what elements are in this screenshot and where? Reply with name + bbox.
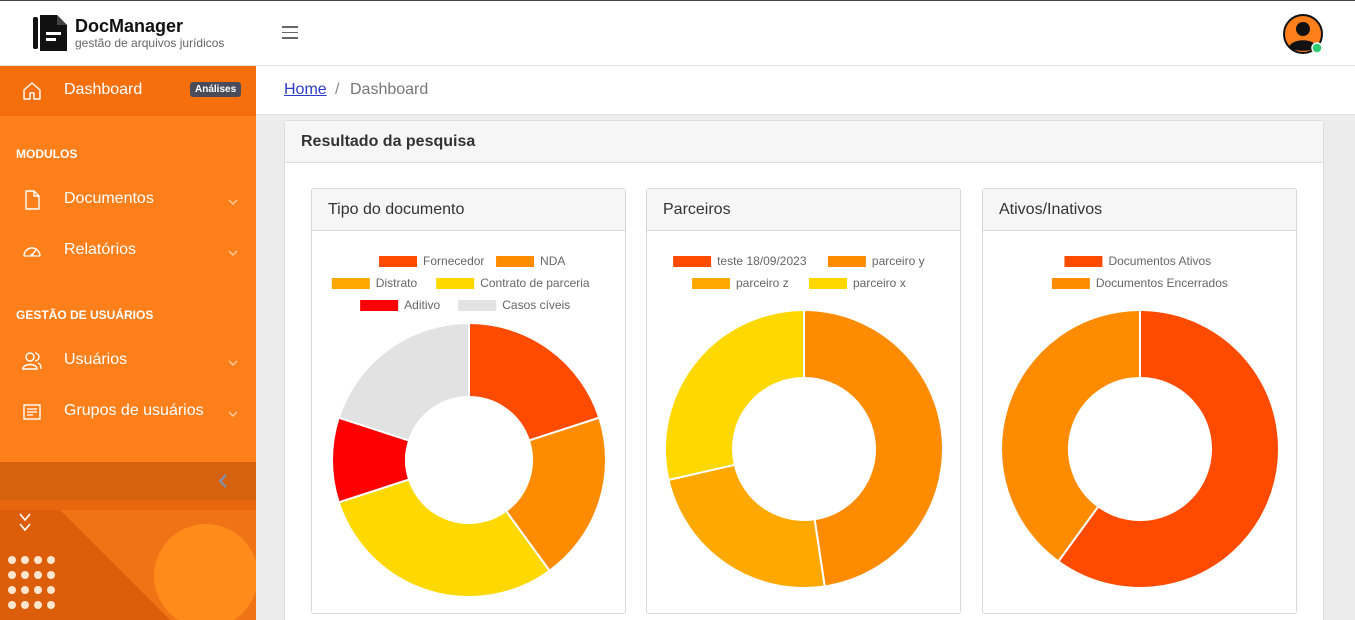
chart-card-ativos-inativos: Ativos/Inativos Documentos Ativos Documen… bbox=[982, 188, 1297, 614]
legend-label[interactable]: Aditivo bbox=[404, 298, 440, 312]
file-icon bbox=[22, 190, 42, 210]
legend-swatch[interactable] bbox=[331, 278, 370, 289]
sidebar-item-dashboard[interactable]: Dashboard Análises bbox=[0, 66, 256, 116]
donut-slice[interactable] bbox=[337, 478, 551, 598]
sidebar-item-documentos[interactable]: Documentos bbox=[0, 178, 256, 222]
section-title-users: GESTÃO DE USUÁRIOS bbox=[16, 308, 154, 322]
donut-slice[interactable] bbox=[337, 321, 470, 442]
results-card-header: Resultado da pesquisa bbox=[285, 121, 1323, 163]
legend-swatch[interactable] bbox=[692, 278, 730, 289]
top-bar: DocManager gestão de arquivos jurídicos bbox=[0, 0, 1355, 66]
legend-swatch[interactable] bbox=[436, 278, 475, 289]
sidebar-item-label: Dashboard bbox=[64, 81, 143, 98]
document-logo-icon bbox=[33, 15, 67, 51]
sidebar-item-label: Usuários bbox=[64, 351, 128, 368]
legend-swatch[interactable] bbox=[458, 300, 497, 311]
legend-label[interactable]: NDA bbox=[540, 254, 565, 268]
legend-label[interactable]: Fornecedor bbox=[423, 254, 484, 268]
legend-swatch[interactable] bbox=[1051, 278, 1090, 289]
legend-swatch[interactable] bbox=[379, 256, 418, 267]
chevron-down-icon bbox=[228, 194, 238, 205]
page-title: Resultado da pesquisa bbox=[301, 133, 476, 150]
sidebar-decoration bbox=[0, 500, 256, 620]
legend-label[interactable]: Contrato de parceria bbox=[480, 276, 590, 290]
sidebar-item-grupos[interactable]: Grupos de usuários bbox=[0, 390, 256, 434]
chart-ativos-inativos: Documentos Ativos Documentos Encerrados bbox=[1000, 254, 1280, 589]
legend-label[interactable]: teste 18/09/2023 bbox=[717, 254, 807, 268]
legend-label[interactable]: parceiro x bbox=[853, 276, 906, 290]
chevron-left-icon[interactable] bbox=[216, 473, 230, 489]
sidebar-item-label: Relatórios bbox=[64, 241, 137, 258]
home-icon bbox=[22, 81, 42, 101]
legend-swatch[interactable] bbox=[827, 256, 866, 267]
sidebar-item-label: Documentos bbox=[64, 190, 154, 207]
breadcrumb-current: Dashboard bbox=[350, 81, 429, 98]
sidebar-item-usuarios[interactable]: Usuários bbox=[0, 339, 256, 383]
donut-slice[interactable] bbox=[667, 463, 826, 589]
speedometer-icon bbox=[22, 241, 42, 261]
sidebar-item-relatorios[interactable]: Relatórios bbox=[0, 229, 256, 273]
legend-swatch[interactable] bbox=[496, 256, 535, 267]
chevron-down-icon bbox=[228, 355, 238, 366]
legend-swatch[interactable] bbox=[809, 278, 847, 289]
online-status-icon bbox=[1311, 42, 1323, 54]
section-title-modules: MODULOS bbox=[16, 147, 78, 161]
chevron-down-icon bbox=[228, 406, 238, 417]
legend-label[interactable]: Documentos Ativos bbox=[1108, 254, 1211, 268]
chart-parceiros: teste 18/09/2023 parceiro y parceiro z parc… bbox=[664, 254, 944, 589]
chart-card-parceiros: Parceiros teste 18/09/2023 parceiro y parc… bbox=[646, 188, 961, 614]
chart-tipo-documento: Fornecedor NDA Distrato Contrato de parceri… bbox=[331, 254, 607, 598]
sidebar-collapse-bar[interactable] bbox=[0, 462, 256, 500]
list-icon bbox=[22, 402, 42, 422]
users-icon bbox=[22, 351, 42, 371]
legend-swatch[interactable] bbox=[673, 256, 712, 267]
sidebar-item-label: Grupos de usuários bbox=[64, 402, 204, 419]
donut-slice[interactable] bbox=[803, 308, 944, 588]
legend-label[interactable]: parceiro y bbox=[872, 254, 925, 268]
menu-toggle-icon[interactable] bbox=[282, 26, 298, 40]
user-avatar[interactable] bbox=[1283, 14, 1323, 54]
app-subtitle: gestão de arquivos jurídicos bbox=[75, 36, 225, 50]
analysis-badge: Análises bbox=[190, 82, 242, 97]
legend-label[interactable]: parceiro z bbox=[736, 276, 789, 290]
breadcrumb-home-link[interactable]: Home bbox=[284, 81, 327, 99]
app-title: DocManager bbox=[75, 16, 184, 36]
chevron-down-icon bbox=[228, 245, 238, 256]
donut-slice[interactable] bbox=[468, 321, 601, 442]
legend-label[interactable]: Distrato bbox=[376, 276, 418, 290]
breadcrumb-separator: / bbox=[335, 81, 340, 98]
sidebar: Dashboard Análises MODULOS Documentos Re… bbox=[0, 66, 256, 620]
donut-slice[interactable] bbox=[664, 308, 805, 482]
legend-swatch[interactable] bbox=[1064, 256, 1103, 267]
brand[interactable]: DocManager gestão de arquivos jurídicos bbox=[33, 15, 224, 51]
legend-label[interactable]: Casos cíveis bbox=[502, 298, 570, 312]
legend-swatch[interactable] bbox=[360, 300, 399, 311]
breadcrumb: Home / Dashboard bbox=[256, 66, 1355, 115]
legend-label[interactable]: Documentos Encerrados bbox=[1096, 276, 1228, 290]
chart-card-tipo-documento: Tipo do documento Fornecedor NDA Distrato C… bbox=[311, 188, 626, 614]
